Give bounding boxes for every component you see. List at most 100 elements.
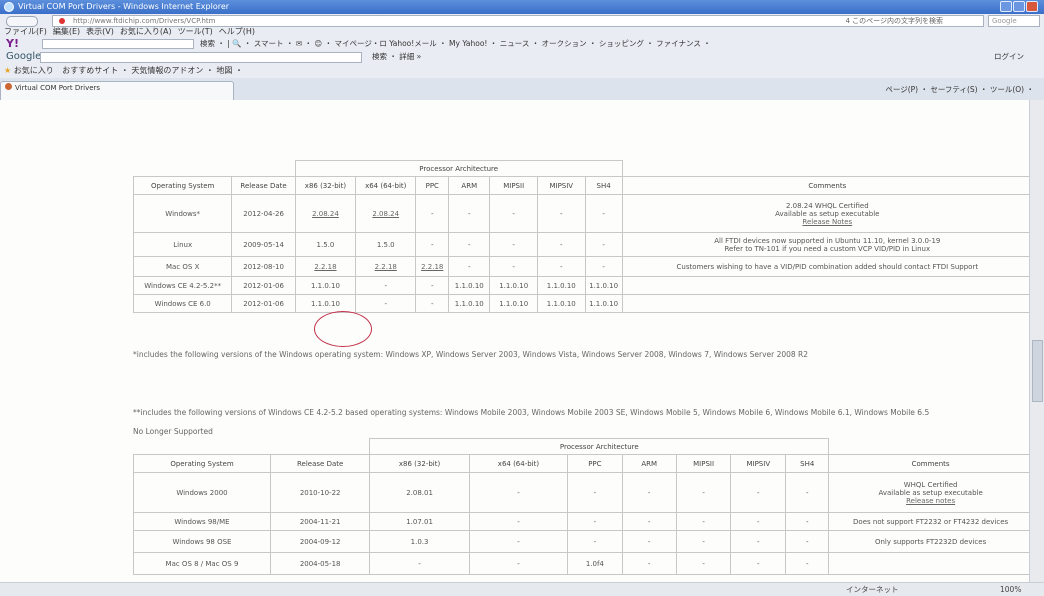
cell-os: Windows CE 4.2-5.2** bbox=[132, 276, 233, 295]
comment-line[interactable]: Release notes bbox=[831, 497, 1030, 505]
tab-vcp-drivers[interactable]: Virtual COM Port Drivers bbox=[0, 81, 234, 100]
cell-mips2: 1.1.0.10 bbox=[489, 294, 538, 313]
back-forward-buttons[interactable] bbox=[6, 16, 38, 27]
menu-item-0[interactable]: ファイル(F) bbox=[4, 27, 47, 36]
cell-arm: 1.1.0.10 bbox=[448, 276, 491, 295]
table-row: Windows CE 6.0 2012-01-06 1.1.0.10- -1.1.0.… bbox=[132, 294, 1030, 313]
legacy-cell-arm: - bbox=[621, 472, 677, 513]
cell-ppc: - bbox=[415, 294, 450, 313]
cell-x86[interactable]: 2.2.18 bbox=[294, 256, 357, 277]
table-row: Windows 98 OSE 2004-09-12 1.0.3- - - - - - Only … bbox=[133, 530, 1030, 553]
legacy-cell-mips4: - bbox=[730, 530, 787, 553]
window-title: Virtual COM Port Drivers - Windows Inter… bbox=[18, 2, 230, 11]
cell-x64[interactable]: 2.2.18 bbox=[355, 256, 417, 277]
comment-line: All FTDI devices now supported in Ubuntu… bbox=[714, 236, 941, 245]
legacy-cell-comments: WHQL Certified Available as setup executa… bbox=[828, 472, 1030, 513]
current-drivers-table: Processor Architecture Operating System Re… bbox=[132, 160, 1030, 313]
cell-x86[interactable]: 2.08.24 bbox=[294, 194, 357, 233]
comment-line: Customers wishing to have a VID/PID comb… bbox=[676, 262, 979, 271]
yahoo-toolbar-items[interactable]: 検索 ・ | 🔍 ・ スマート ・ ✉ ・ 😊 ・ マイページ・ロ Yahoo!… bbox=[200, 37, 711, 50]
menu-item-2[interactable]: 表示(V) bbox=[86, 27, 114, 36]
legacy-cell-mips4: - bbox=[730, 472, 787, 513]
cell-comments: 2.08.24 WHQL Certified Available as setup… bbox=[621, 194, 1030, 233]
menu-item-3[interactable]: お気に入り(A) bbox=[120, 27, 172, 36]
blank-header bbox=[134, 439, 370, 455]
cell-sh4: 1.1.0.10 bbox=[584, 276, 623, 295]
cell-date: 2012-01-06 bbox=[231, 294, 296, 313]
legacy-cell-comments: Only supports FT2232D devices bbox=[828, 530, 1030, 553]
cell-mips2: 1.1.0.10 bbox=[489, 276, 538, 295]
cell-x64[interactable]: 2.08.24 bbox=[355, 194, 417, 233]
cell-x64: - bbox=[355, 294, 417, 313]
cell-ppc[interactable]: 2.2.18 bbox=[415, 256, 450, 277]
comment-line[interactable]: Refer to TN-101 if you need a custom VCP… bbox=[625, 245, 1030, 253]
legacy-cell-ppc: - bbox=[567, 530, 623, 553]
cell-x64: 1.5.0 bbox=[355, 232, 417, 257]
cell-sh4: - bbox=[584, 256, 623, 277]
search-box[interactable]: Google bbox=[988, 15, 1040, 27]
cell-comments: All FTDI devices now supported in Ubuntu… bbox=[621, 232, 1030, 257]
legacy-cell-x86: 1.07.01 bbox=[369, 512, 470, 531]
comment-line: 2.08.24 WHQL Certified bbox=[785, 201, 869, 210]
close-button[interactable] bbox=[1026, 1, 1038, 12]
cell-os: Linux bbox=[132, 232, 233, 257]
legacy-cell-mips4: - bbox=[730, 552, 787, 575]
col-header-2: x86 (32-bit) bbox=[294, 176, 357, 195]
maximize-button[interactable] bbox=[1013, 1, 1025, 12]
col-header-3: x64 (64-bit) bbox=[355, 176, 417, 195]
legacy-cell-comments bbox=[828, 552, 1030, 575]
zoom-level[interactable]: 100% bbox=[1000, 583, 1021, 596]
table-row: Mac OS 8 / Mac OS 9 2004-05-18- -1.0f4- - - - bbox=[133, 552, 1030, 575]
command-bar[interactable]: ページ(P) ・ セーフティ(S) ・ ツール(O) ・ bbox=[885, 84, 1034, 95]
scrollbar-thumb[interactable] bbox=[1032, 340, 1043, 402]
comment-line: Only supports FT2232D devices bbox=[874, 537, 987, 546]
cell-ppc: - bbox=[415, 194, 450, 233]
legacy-cell-ppc: 1.0f4 bbox=[567, 552, 623, 575]
legacy-cell-date: 2004-05-18 bbox=[269, 552, 371, 575]
legacy-cell-os: Mac OS 8 / Mac OS 9 bbox=[133, 552, 271, 575]
page-content: Processor Architecture Operating System Re… bbox=[0, 100, 1030, 582]
comment-line[interactable]: Release Notes bbox=[625, 218, 1030, 226]
google-search-input[interactable] bbox=[40, 52, 362, 63]
menu-item-1[interactable]: 編集(E) bbox=[53, 27, 80, 36]
col-header-5: ARM bbox=[448, 176, 491, 195]
legacy-title: No Longer Supported bbox=[133, 427, 213, 436]
col-header-9: Comments bbox=[621, 176, 1030, 195]
cell-os: Windows CE 6.0 bbox=[132, 294, 233, 313]
menu-item-5[interactable]: ヘルプ(H) bbox=[219, 27, 255, 36]
legacy-cell-mips2: - bbox=[675, 512, 732, 531]
google-toolbar: Google 検索 ・ 詳細 » ログイン bbox=[0, 50, 1044, 65]
legacy-cell-mips2: - bbox=[675, 552, 732, 575]
status-bar: インターネット 100% bbox=[0, 582, 1044, 596]
cell-x86: 1.1.0.10 bbox=[294, 276, 357, 295]
favorites-label[interactable]: お気に入り bbox=[14, 66, 54, 75]
table-row: Windows CE 4.2-5.2** 2012-01-06 1.1.0.10- -… bbox=[132, 276, 1030, 295]
cell-date: 2009-05-14 bbox=[231, 232, 296, 257]
col-header-3: x64 (64-bit) bbox=[468, 454, 569, 473]
legacy-cell-mips2: - bbox=[675, 472, 732, 513]
blank-header bbox=[134, 161, 296, 177]
legacy-cell-arm: - bbox=[621, 530, 677, 553]
cell-os: Mac OS X bbox=[132, 256, 233, 277]
blank-header bbox=[621, 160, 1030, 177]
col-header-8: SH4 bbox=[785, 454, 830, 473]
url-field[interactable]: http://www.ftdichip.com/Drivers/VCP.htm … bbox=[52, 15, 984, 27]
col-header-9: Comments bbox=[828, 454, 1030, 473]
legacy-cell-sh4: - bbox=[785, 472, 830, 513]
cell-arm: 1.1.0.10 bbox=[448, 294, 491, 313]
cell-arm: - bbox=[448, 194, 491, 233]
yahoo-search-input[interactable] bbox=[42, 39, 194, 49]
minimize-button[interactable] bbox=[1000, 1, 1012, 12]
menu-item-4[interactable]: ツール(T) bbox=[178, 27, 213, 36]
highlight-circle bbox=[314, 311, 372, 347]
login-link[interactable]: ログイン bbox=[994, 51, 1024, 62]
google-search-button[interactable]: 検索 ・ 詳細 » bbox=[372, 51, 421, 62]
yahoo-logo[interactable]: Y! bbox=[6, 37, 19, 50]
blank-header bbox=[828, 438, 1030, 455]
col-header-8: SH4 bbox=[584, 176, 623, 195]
vertical-scrollbar[interactable] bbox=[1029, 100, 1044, 582]
legacy-cell-x64: - bbox=[468, 472, 569, 513]
favorites-items[interactable]: おすすめサイト ・ 天気情報のアドオン ・ 地図 ・ bbox=[62, 66, 243, 75]
comment-line: WHQL Certified bbox=[903, 480, 958, 489]
arch-header: Processor Architecture bbox=[369, 438, 830, 455]
